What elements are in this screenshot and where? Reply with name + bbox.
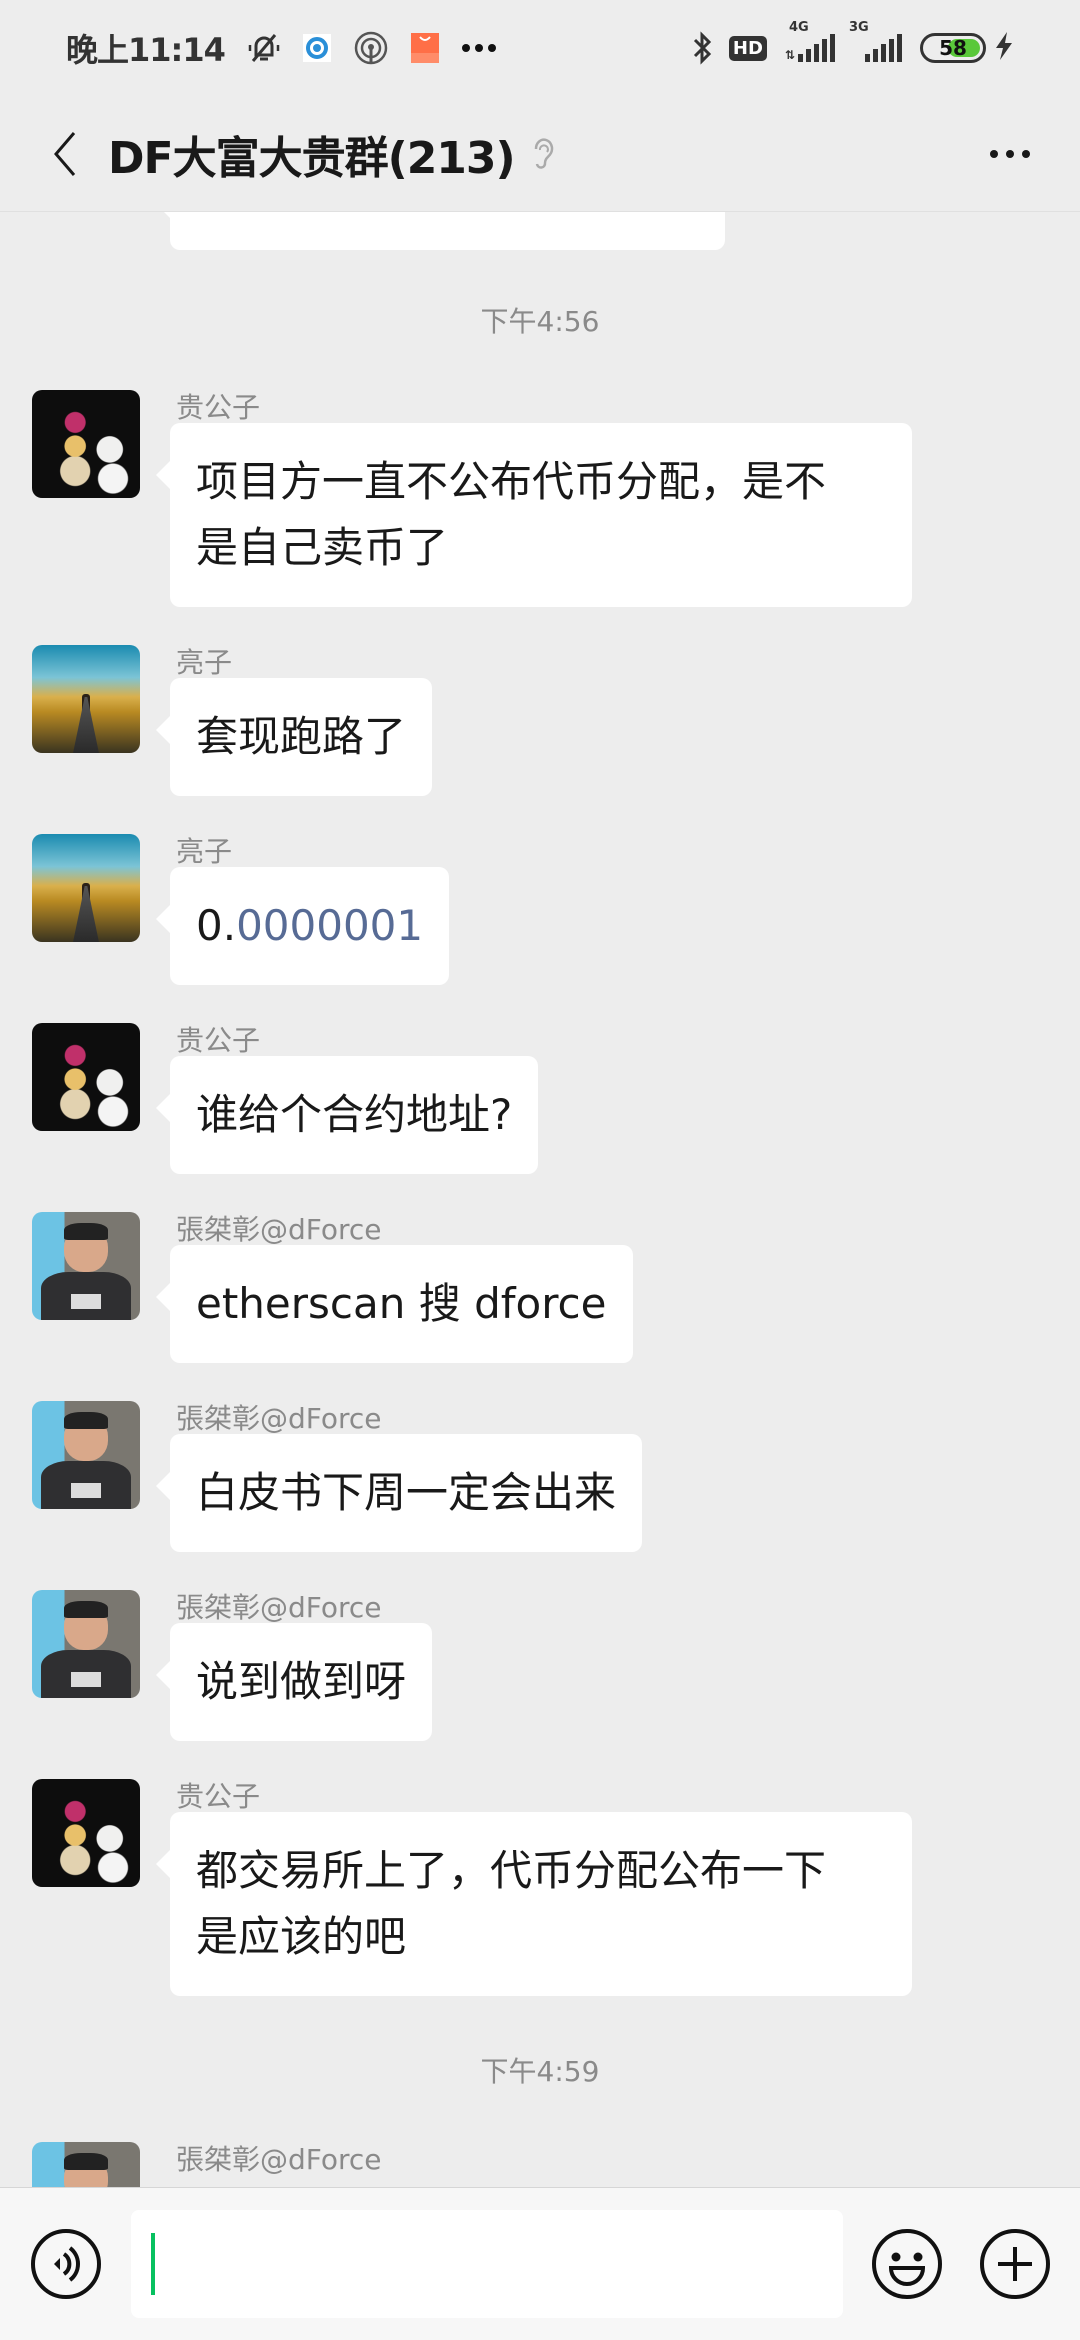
- more-dot: [990, 149, 998, 158]
- emoji-button[interactable]: [871, 2228, 943, 2300]
- message-bubble[interactable]: 说到做到呀: [155, 1623, 433, 1741]
- hd-badge: HD: [728, 35, 767, 61]
- plus-icon: [980, 2229, 1050, 2299]
- more-options-button[interactable]: [990, 149, 1030, 158]
- avatar[interactable]: [32, 1590, 140, 1698]
- more-notifications-icon: [461, 43, 497, 53]
- shopping-bag-icon: [410, 33, 439, 63]
- battery-level: 58: [939, 36, 967, 60]
- message-text-line: 都交易所上了，代币分配公布一下: [196, 1846, 827, 1895]
- message-bubble[interactable]: 0.0000001: [155, 867, 450, 985]
- avatar[interactable]: [32, 2142, 140, 2187]
- message-bubble-partial: [156, 212, 725, 250]
- status-right-group: HD 4G ⇅ 3G 58: [691, 20, 1014, 65]
- input-bar: [0, 2187, 1080, 2340]
- data-arrows-icon: ⇅: [784, 48, 795, 62]
- more-dot: [1022, 149, 1030, 158]
- status-time: 晚上11:14: [66, 31, 226, 69]
- message-text-line: 谁给个合约地址?: [196, 1090, 513, 1139]
- signal-3g: 3G: [849, 20, 902, 62]
- chat-header: DF大富大贵群(213): [0, 96, 1080, 212]
- avatar[interactable]: [32, 834, 140, 942]
- status-bar: 晚上11:14 HD 4G ⇅ 3G 58: [0, 0, 1080, 96]
- message-input[interactable]: [131, 2210, 843, 2318]
- avatar[interactable]: [32, 1779, 140, 1887]
- message-bubble[interactable]: 白皮书下周一定会出来: [155, 1434, 643, 1552]
- message-bubble[interactable]: etherscan 搜 dforce: [156, 1245, 633, 1363]
- avatar[interactable]: [32, 1401, 140, 1509]
- more-dot: [1006, 149, 1014, 158]
- signal-bars-3g-icon: [865, 34, 902, 62]
- charging-bolt-icon: [994, 31, 1014, 65]
- hotspot-icon: [353, 30, 389, 66]
- message-bubble[interactable]: 谁给个合约地址?: [155, 1056, 539, 1174]
- sender-name: 張桀彰@dForce: [176, 1213, 382, 1246]
- text-cursor: [151, 2233, 155, 2295]
- message-bubble[interactable]: 项目方一直不公布代币分配，是不 是自己卖币了: [156, 423, 912, 607]
- network-type-3g: 3G: [849, 20, 869, 35]
- message-text-line: 白皮书下周一定会出来: [196, 1468, 617, 1517]
- sender-name: 亮子: [176, 835, 233, 868]
- number-link[interactable]: 0000001: [236, 901, 423, 950]
- chat-title: DF大富大贵群(213): [108, 132, 516, 184]
- back-button[interactable]: [30, 114, 100, 194]
- battery-indicator: 58: [920, 33, 986, 63]
- emoji-icon: [872, 2229, 942, 2299]
- voice-input-button[interactable]: [30, 2228, 102, 2300]
- bluetooth-icon: [691, 31, 713, 65]
- sender-name: 張桀彰@dForce: [176, 1402, 382, 1435]
- message-text-line: 说到做到呀: [196, 1657, 407, 1706]
- timestamp: 下午4:56: [480, 305, 600, 338]
- message-text-line: 项目方一直不公布代币分配，是不: [196, 457, 827, 506]
- signal-bars-4g-icon: [798, 34, 835, 62]
- chevron-left-icon: [54, 131, 76, 176]
- sender-name: 贵公子: [176, 1024, 261, 1057]
- message-text-line: etherscan 搜 dforce: [196, 1279, 607, 1328]
- message-text-line: 是自己卖币了: [196, 523, 449, 572]
- network-type-4g: 4G: [788, 20, 809, 35]
- sender-name: 亮子: [176, 646, 233, 679]
- message-bubble[interactable]: 都交易所上了，代币分配公布一下 是应该的吧: [156, 1812, 912, 1996]
- app-notification-icon: [302, 34, 331, 62]
- voice-icon: [31, 2229, 101, 2299]
- sender-name: 張桀彰@dForce: [176, 2143, 382, 2176]
- avatar[interactable]: [32, 390, 140, 498]
- ear-icon[interactable]: [531, 135, 555, 173]
- sender-name: 贵公子: [176, 1780, 261, 1813]
- avatar[interactable]: [32, 1212, 140, 1320]
- message-text-line: 套现跑路了: [196, 712, 407, 761]
- timestamp: 下午4:59: [480, 2055, 600, 2088]
- more-functions-button[interactable]: [979, 2228, 1051, 2300]
- message-list[interactable]: 下午4:56 贵公子 项目方一直不公布代币分配，是不 是自己卖币了 亮子 套现跑…: [0, 212, 1080, 2187]
- wechat-group-chat-screen: 晚上11:14 HD 4G ⇅ 3G 58 DF大富大贵群(213) 下午4:5…: [0, 0, 1080, 2340]
- message-text: 0.: [196, 901, 237, 950]
- sender-name: 張桀彰@dForce: [176, 1591, 382, 1624]
- bell-muted-icon: [247, 31, 281, 65]
- message-text-line: 是应该的吧: [196, 1912, 407, 1961]
- avatar[interactable]: [32, 1023, 140, 1131]
- signal-4g: 4G ⇅: [784, 20, 835, 62]
- message-bubble[interactable]: 套现跑路了: [155, 678, 433, 796]
- sender-name: 贵公子: [176, 391, 261, 424]
- avatar[interactable]: [32, 645, 140, 753]
